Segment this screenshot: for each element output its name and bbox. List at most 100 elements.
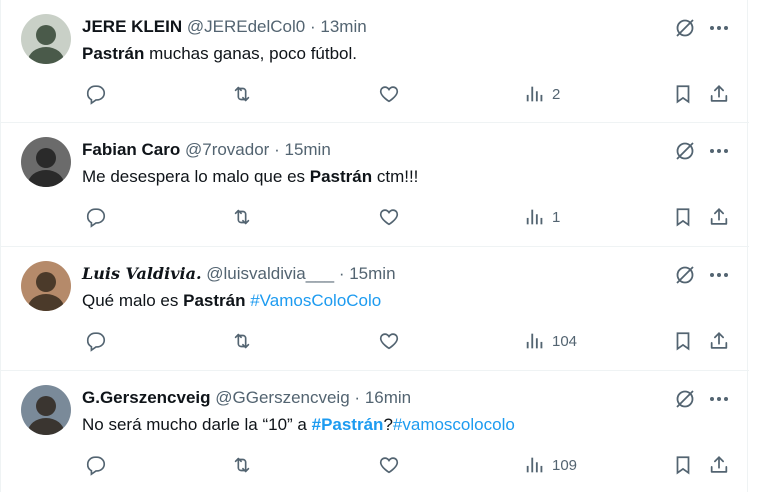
views-count: 2 <box>552 85 561 103</box>
tweet[interactable]: G.Gerszencveig @GGerszencveig · 16min No… <box>1 371 749 492</box>
tweet[interactable]: Luis Valdivia. @luisvaldivia___ · 15min … <box>1 247 749 371</box>
avatar[interactable] <box>21 137 71 187</box>
separator-dot: · <box>354 388 361 407</box>
separator-dot: · <box>338 264 345 283</box>
heart-icon <box>379 86 399 103</box>
views-icon <box>526 86 543 102</box>
like-button[interactable] <box>378 205 400 229</box>
tweet-text: Pastrán muchas ganas, poco fútbol. <box>82 42 357 66</box>
user-handle[interactable]: @luisvaldivia___ <box>206 264 334 283</box>
tweet-header: Luis Valdivia. @luisvaldivia___ · 15min <box>82 263 396 285</box>
bookmark-button[interactable] <box>672 329 694 353</box>
grok-icon[interactable] <box>673 263 697 287</box>
share-button[interactable] <box>708 329 730 353</box>
tweet-text-segment: ? <box>383 415 393 434</box>
more-options-icon[interactable] <box>707 387 731 411</box>
views-icon <box>526 457 543 473</box>
tweet[interactable]: Fabian Caro @7rovador · 15min Me desespe… <box>1 123 749 247</box>
timestamp[interactable]: 15min <box>349 264 395 283</box>
bookmark-button[interactable] <box>672 205 694 229</box>
user-handle[interactable]: @7rovador <box>185 140 269 159</box>
hashtag-link[interactable]: #VamosColoColo <box>250 291 381 310</box>
display-name[interactable]: JERE KLEIN <box>82 17 182 36</box>
views-count: 109 <box>552 456 578 474</box>
timeline-feed: JERE KLEIN @JEREdelCol0 · 13min Pastrán … <box>0 0 749 492</box>
bookmark-button[interactable] <box>672 82 694 106</box>
timestamp[interactable]: 15min <box>284 140 330 159</box>
share-button[interactable] <box>708 205 730 229</box>
display-name[interactable]: Luis Valdivia. <box>82 264 202 283</box>
heart-icon <box>379 333 399 350</box>
bookmark-icon <box>676 208 690 227</box>
grok-icon[interactable] <box>673 139 697 163</box>
retweet-button[interactable] <box>231 329 253 353</box>
tweet-text-segment: Pastrán <box>82 44 145 63</box>
tweet-header: G.Gerszencveig @GGerszencveig · 16min <box>82 387 411 409</box>
views-icon <box>526 333 543 349</box>
tweet-text: No será mucho darle la “10” a #Pastrán?#… <box>82 413 515 437</box>
retweet-icon <box>234 457 250 473</box>
views-button[interactable]: 109 <box>524 453 577 477</box>
reply-icon <box>86 208 106 228</box>
retweet-icon <box>234 209 250 225</box>
tweet-text-segment: ctm!!! <box>372 167 419 186</box>
hashtag-link[interactable]: #vamoscolocolo <box>393 415 515 434</box>
display-name[interactable]: Fabian Caro <box>82 140 180 159</box>
user-handle[interactable]: @JEREdelCol0 <box>187 17 305 36</box>
heart-icon <box>379 209 399 226</box>
bookmark-icon <box>676 332 690 351</box>
more-options-icon[interactable] <box>707 139 731 163</box>
share-icon <box>710 208 728 225</box>
share-button[interactable] <box>708 453 730 477</box>
tweet[interactable]: JERE KLEIN @JEREdelCol0 · 13min Pastrán … <box>1 0 749 123</box>
tweet-text-segment: Qué malo es <box>82 291 184 310</box>
reply-button[interactable] <box>85 205 107 229</box>
reply-button[interactable] <box>85 82 107 106</box>
like-button[interactable] <box>378 453 400 477</box>
tweet-text-segment: Pastrán <box>309 167 373 186</box>
reply-button[interactable] <box>85 329 107 353</box>
views-button[interactable]: 1 <box>524 205 560 229</box>
more-options-icon[interactable] <box>707 16 731 40</box>
grok-icon[interactable] <box>673 387 697 411</box>
like-button[interactable] <box>378 82 400 106</box>
retweet-button[interactable] <box>231 82 253 106</box>
grok-icon[interactable] <box>673 16 697 40</box>
avatar[interactable] <box>21 385 71 435</box>
avatar[interactable] <box>21 261 71 311</box>
timestamp[interactable]: 13min <box>320 17 366 36</box>
display-name[interactable]: G.Gerszencveig <box>82 388 211 407</box>
reply-icon <box>86 85 106 105</box>
share-button[interactable] <box>708 82 730 106</box>
views-count: 104 <box>552 332 578 350</box>
more-options-icon[interactable] <box>707 263 731 287</box>
retweet-icon <box>234 333 250 349</box>
views-count: 1 <box>552 208 561 226</box>
retweet-button[interactable] <box>231 205 253 229</box>
user-handle[interactable]: @GGerszencveig <box>215 388 349 407</box>
avatar[interactable] <box>21 14 71 64</box>
reply-button[interactable] <box>85 453 107 477</box>
share-icon <box>710 85 728 102</box>
views-button[interactable]: 2 <box>524 82 560 106</box>
views-button[interactable]: 104 <box>524 329 577 353</box>
separator-dot: · <box>309 17 316 36</box>
reply-icon <box>86 456 106 476</box>
tweet-text-segment: Me desespera lo malo que es <box>82 167 310 186</box>
reply-icon <box>86 332 106 352</box>
retweet-icon <box>234 86 250 102</box>
tweet-text-segment: muchas ganas, poco fútbol. <box>144 44 358 63</box>
bookmark-button[interactable] <box>672 453 694 477</box>
bookmark-icon <box>676 85 690 104</box>
views-icon <box>526 209 543 225</box>
retweet-button[interactable] <box>231 453 253 477</box>
bookmark-icon <box>676 456 690 475</box>
like-button[interactable] <box>378 329 400 353</box>
share-icon <box>710 456 728 473</box>
separator-dot: · <box>274 140 280 159</box>
heart-icon <box>379 457 399 474</box>
tweet-header: JERE KLEIN @JEREdelCol0 · 13min <box>82 16 367 38</box>
tweet-header: Fabian Caro @7rovador · 15min <box>82 139 331 161</box>
timestamp[interactable]: 16min <box>365 388 411 407</box>
hashtag-link[interactable]: #Pastrán <box>312 415 384 434</box>
